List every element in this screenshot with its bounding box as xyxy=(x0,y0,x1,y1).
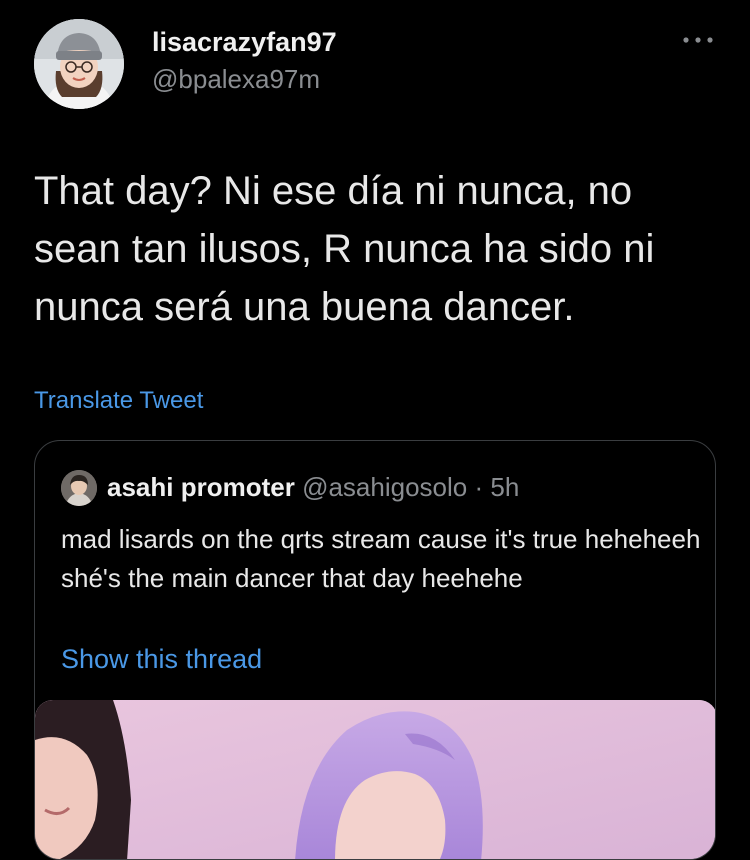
author-handle[interactable]: @bpalexa97m xyxy=(152,64,320,95)
video-thumbnail-icon xyxy=(35,700,715,859)
header-separator: · xyxy=(474,472,484,502)
quoted-tweet-text: mad lisards on the qrts stream cause it'… xyxy=(61,524,701,593)
quoted-media-thumbnail[interactable] xyxy=(35,700,715,859)
quoted-tweet-header: asahi promoter @asahigosolo · 5h xyxy=(107,472,519,503)
quoted-profile-photo-icon xyxy=(61,470,97,506)
quoted-tweet-card[interactable]: asahi promoter @asahigosolo · 5h mad lis… xyxy=(34,440,716,860)
author-avatar[interactable] xyxy=(34,19,124,109)
quoted-display-name[interactable]: asahi promoter xyxy=(107,472,295,502)
profile-photo-icon xyxy=(34,19,124,109)
show-thread-link[interactable]: Show this thread xyxy=(61,644,262,675)
quoted-author-avatar[interactable] xyxy=(61,470,97,506)
tweet-text: That day? Ni ese día ni nunca, no sean t… xyxy=(34,169,655,329)
translate-tweet-link[interactable]: Translate Tweet xyxy=(34,387,203,415)
more-dots-icon[interactable] xyxy=(680,30,716,50)
quoted-handle[interactable]: @asahigosolo xyxy=(302,472,467,502)
author-display-name[interactable]: lisacrazyfan97 xyxy=(152,27,337,58)
quoted-timestamp[interactable]: 5h xyxy=(490,472,519,502)
